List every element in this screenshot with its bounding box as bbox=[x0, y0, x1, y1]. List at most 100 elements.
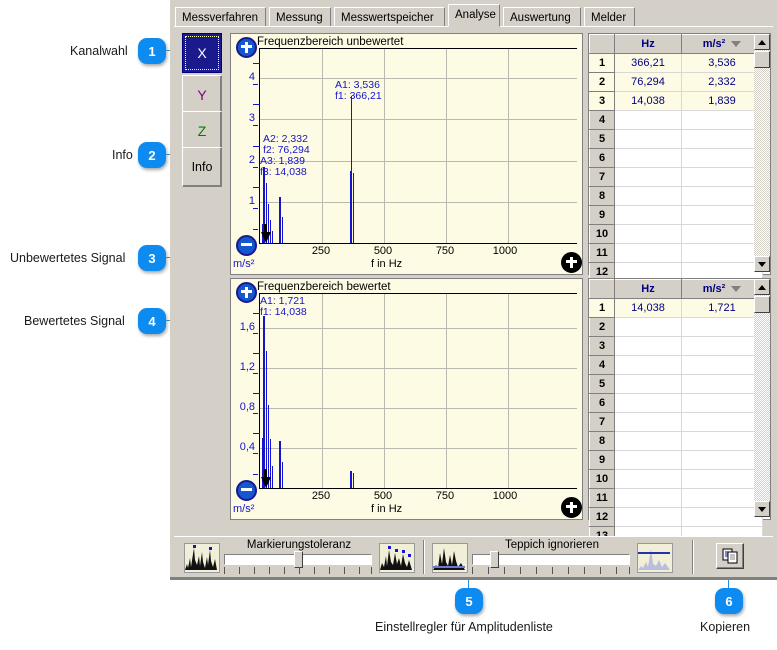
peak-b1-freq: f1: 14,038 bbox=[260, 307, 307, 318]
cell-hz bbox=[615, 206, 682, 225]
table-row[interactable]: 6 bbox=[590, 394, 763, 413]
channel-button-info[interactable]: Info bbox=[182, 147, 222, 187]
channel-button-x[interactable]: X bbox=[182, 33, 222, 73]
cell-hz: 14,038 bbox=[615, 299, 682, 318]
table-row[interactable]: 9 bbox=[590, 451, 763, 470]
channel-button-z[interactable]: Z bbox=[182, 111, 222, 151]
channel-button-y[interactable]: Y bbox=[182, 75, 222, 115]
zoom-out-icon-unbewertet[interactable] bbox=[236, 235, 257, 256]
col-hz[interactable]: Hz bbox=[615, 35, 682, 54]
sort-desc-icon[interactable] bbox=[731, 41, 741, 47]
scroll-down-button[interactable] bbox=[754, 501, 770, 517]
callout-label-4: Bewertetes Signal bbox=[24, 314, 125, 328]
table-row[interactable]: 8 bbox=[590, 432, 763, 451]
slider-thumb-markierungstoleranz[interactable] bbox=[294, 551, 303, 568]
table-row[interactable]: 9 bbox=[590, 206, 763, 225]
callout-badge-4: 4 bbox=[138, 308, 166, 334]
col-amp[interactable]: m/s² bbox=[682, 280, 763, 299]
cell-amp bbox=[682, 225, 763, 244]
table-header-row: Hz m/s² bbox=[590, 280, 763, 299]
scroll-up-button[interactable] bbox=[754, 34, 770, 50]
table-row[interactable]: 8 bbox=[590, 187, 763, 206]
table-row[interactable]: 114,0381,721 bbox=[590, 299, 763, 318]
table-row[interactable]: 276,2942,332 bbox=[590, 73, 763, 92]
gridline-h bbox=[260, 202, 577, 203]
col-amp[interactable]: m/s² bbox=[682, 35, 763, 54]
spectrum-spike bbox=[266, 351, 267, 488]
table-row[interactable]: 6 bbox=[590, 149, 763, 168]
cell-hz bbox=[615, 413, 682, 432]
cell-amp bbox=[682, 508, 763, 527]
triangle-up-icon bbox=[758, 40, 766, 45]
table-row[interactable]: 7 bbox=[590, 168, 763, 187]
table-row[interactable]: 12 bbox=[590, 508, 763, 527]
table-row[interactable]: 10 bbox=[590, 225, 763, 244]
plot-panel-unbewertet: Frequenzbereich unbewertet bbox=[230, 33, 583, 275]
zoom-out-icon-bewertet[interactable] bbox=[236, 480, 257, 501]
gridline-v bbox=[508, 294, 509, 488]
scrollbar-track[interactable] bbox=[754, 295, 770, 501]
copy-button[interactable] bbox=[716, 543, 744, 569]
table-row[interactable]: 4 bbox=[590, 111, 763, 130]
x-tick-label: 250 bbox=[301, 490, 341, 502]
table-row[interactable]: 4 bbox=[590, 356, 763, 375]
cursor-arrow-icon[interactable] bbox=[261, 477, 271, 488]
spectrum-preview-high-icon bbox=[379, 543, 415, 573]
callout-label-3: Unbewertetes Signal bbox=[10, 251, 125, 265]
callout-label-6: Kopieren bbox=[700, 620, 750, 634]
row-index: 1 bbox=[590, 299, 615, 318]
table-row[interactable]: 11 bbox=[590, 244, 763, 263]
tab-melder[interactable]: Melder bbox=[584, 7, 635, 26]
cell-hz bbox=[615, 244, 682, 263]
table-row[interactable]: 314,0381,839 bbox=[590, 92, 763, 111]
gridline-h bbox=[260, 328, 577, 329]
scrollbar-track[interactable] bbox=[754, 50, 770, 256]
slider-group-teppich: Teppich ignorieren bbox=[432, 540, 672, 574]
channel-button-z-label: Z bbox=[198, 123, 207, 139]
x-axis-title-unbewertet: f in Hz bbox=[371, 258, 402, 270]
sort-desc-icon[interactable] bbox=[731, 286, 741, 292]
table-row[interactable]: 10 bbox=[590, 470, 763, 489]
toolbar-separator bbox=[692, 540, 694, 574]
tab-analyse[interactable]: Analyse bbox=[448, 4, 500, 27]
table-row[interactable]: 2 bbox=[590, 318, 763, 337]
slider-group-markierungstoleranz: Markierungstoleranz bbox=[184, 540, 414, 574]
col-amp-label: m/s² bbox=[703, 38, 726, 50]
zoom-in-icon-unbewertet[interactable] bbox=[236, 37, 257, 58]
x-tick-label: 250 bbox=[301, 245, 341, 257]
tab-messung[interactable]: Messung bbox=[269, 7, 331, 26]
row-index: 5 bbox=[590, 375, 615, 394]
tab-messwertspeicher[interactable]: Messwertspeicher bbox=[334, 7, 445, 26]
row-index: 6 bbox=[590, 149, 615, 168]
scrollbar-thumb[interactable] bbox=[754, 296, 770, 313]
zoom-in-icon-bewertet[interactable] bbox=[236, 282, 257, 303]
y-tick-label: 0,8 bbox=[231, 401, 255, 413]
cursor-arrow-stem bbox=[264, 224, 267, 233]
scroll-down-button[interactable] bbox=[754, 256, 770, 272]
zoom-expand-icon-unbewertet[interactable] bbox=[561, 252, 582, 273]
slider-thumb-teppich[interactable] bbox=[490, 551, 499, 568]
spectrum-spike-peak bbox=[350, 171, 352, 243]
col-index bbox=[590, 280, 615, 299]
table-row[interactable]: 5 bbox=[590, 130, 763, 149]
table-row[interactable]: 7 bbox=[590, 413, 763, 432]
col-hz[interactable]: Hz bbox=[615, 280, 682, 299]
scroll-up-button[interactable] bbox=[754, 279, 770, 295]
table-scrollbar-unbewertet[interactable] bbox=[754, 34, 770, 272]
spectrum-glyph bbox=[185, 544, 217, 570]
tab-auswertung[interactable]: Auswertung bbox=[503, 7, 581, 26]
zoom-expand-icon-bewertet[interactable] bbox=[561, 497, 582, 518]
table-row[interactable]: 11 bbox=[590, 489, 763, 508]
cursor-arrow-icon[interactable] bbox=[261, 232, 271, 243]
table-row[interactable]: 1366,213,536 bbox=[590, 54, 763, 73]
spectrum-spike-peak bbox=[263, 316, 265, 488]
row-index: 9 bbox=[590, 206, 615, 225]
tab-messverfahren[interactable]: Messverfahren bbox=[175, 7, 266, 26]
triangle-down-icon bbox=[758, 262, 766, 267]
table-scrollbar-bewertet[interactable] bbox=[754, 279, 770, 517]
plot-title-unbewertet: Frequenzbereich unbewertet bbox=[257, 36, 403, 48]
table-row[interactable]: 3 bbox=[590, 337, 763, 356]
table-row[interactable]: 5 bbox=[590, 375, 763, 394]
scrollbar-thumb[interactable] bbox=[754, 51, 770, 68]
callout-badge-6: 6 bbox=[715, 588, 743, 614]
